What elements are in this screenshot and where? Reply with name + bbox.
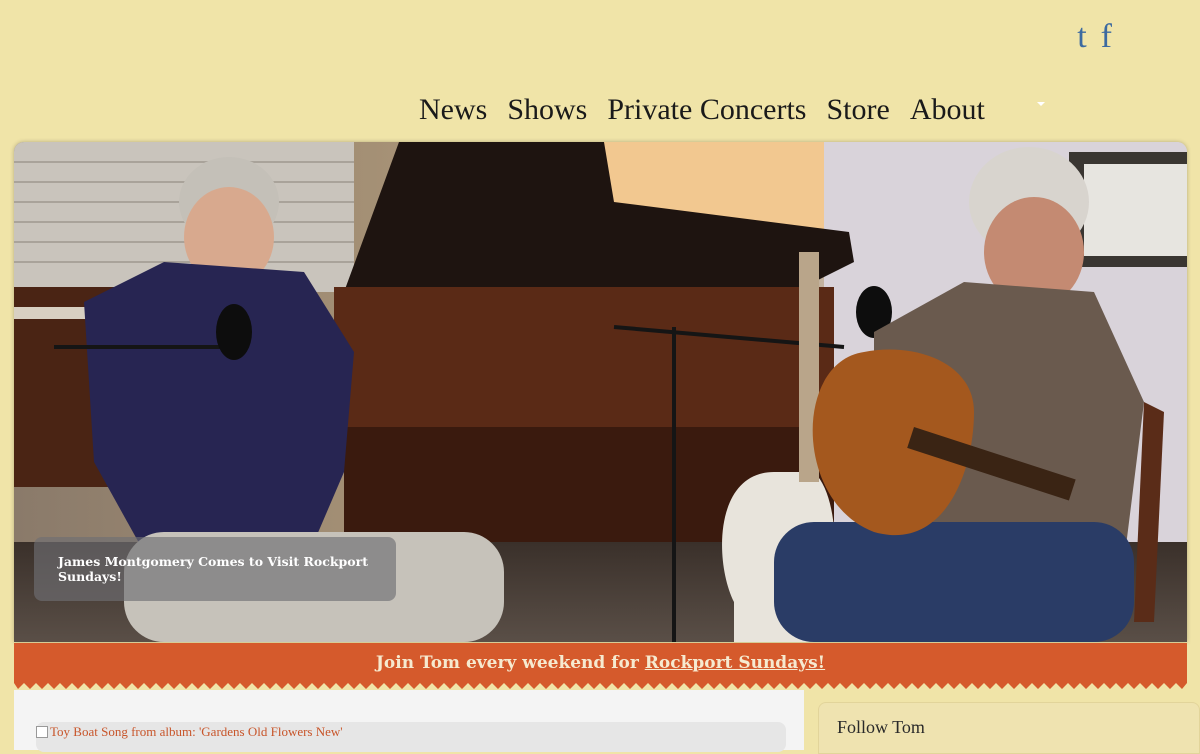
- facebook-icon[interactable]: f: [1101, 20, 1112, 54]
- nav-item-news[interactable]: News: [419, 92, 487, 128]
- social-links: t f: [1077, 20, 1112, 54]
- nav-item-about[interactable]: About: [910, 92, 1001, 128]
- follow-title: Follow Tom: [837, 717, 925, 737]
- chevron-down-icon: [1037, 102, 1045, 106]
- nav-item-store[interactable]: Store: [826, 92, 889, 128]
- rockport-sundays-link[interactable]: Rockport Sundays!: [645, 653, 825, 673]
- announcement-banner: Join Tom every weekend for Rockport Sund…: [14, 643, 1187, 683]
- follow-widget: Follow Tom: [818, 702, 1200, 754]
- tumblr-icon[interactable]: t: [1077, 20, 1086, 54]
- main-nav: News Shows Private Concerts Store About: [419, 92, 1001, 128]
- nav-item-shows[interactable]: Shows: [507, 92, 587, 128]
- album-art-alt-text: Toy Boat Song from album: 'Gardens Old F…: [50, 724, 343, 739]
- content-gutter: [804, 690, 818, 750]
- album-art-image: Toy Boat Song from album: 'Gardens Old F…: [36, 724, 343, 740]
- banner-text: Join Tom every weekend for: [375, 653, 645, 673]
- slide-caption-text: James Montgomery Comes to Visit Rockport…: [58, 554, 368, 584]
- hero-slideshow[interactable]: James Montgomery Comes to Visit Rockport…: [14, 142, 1187, 642]
- broken-image-icon: [36, 726, 48, 738]
- nav-item-private-concerts[interactable]: Private Concerts: [607, 92, 806, 128]
- slide-caption[interactable]: James Montgomery Comes to Visit Rockport…: [34, 537, 396, 601]
- audio-player[interactable]: Toy Boat Song from album: 'Gardens Old F…: [36, 722, 786, 752]
